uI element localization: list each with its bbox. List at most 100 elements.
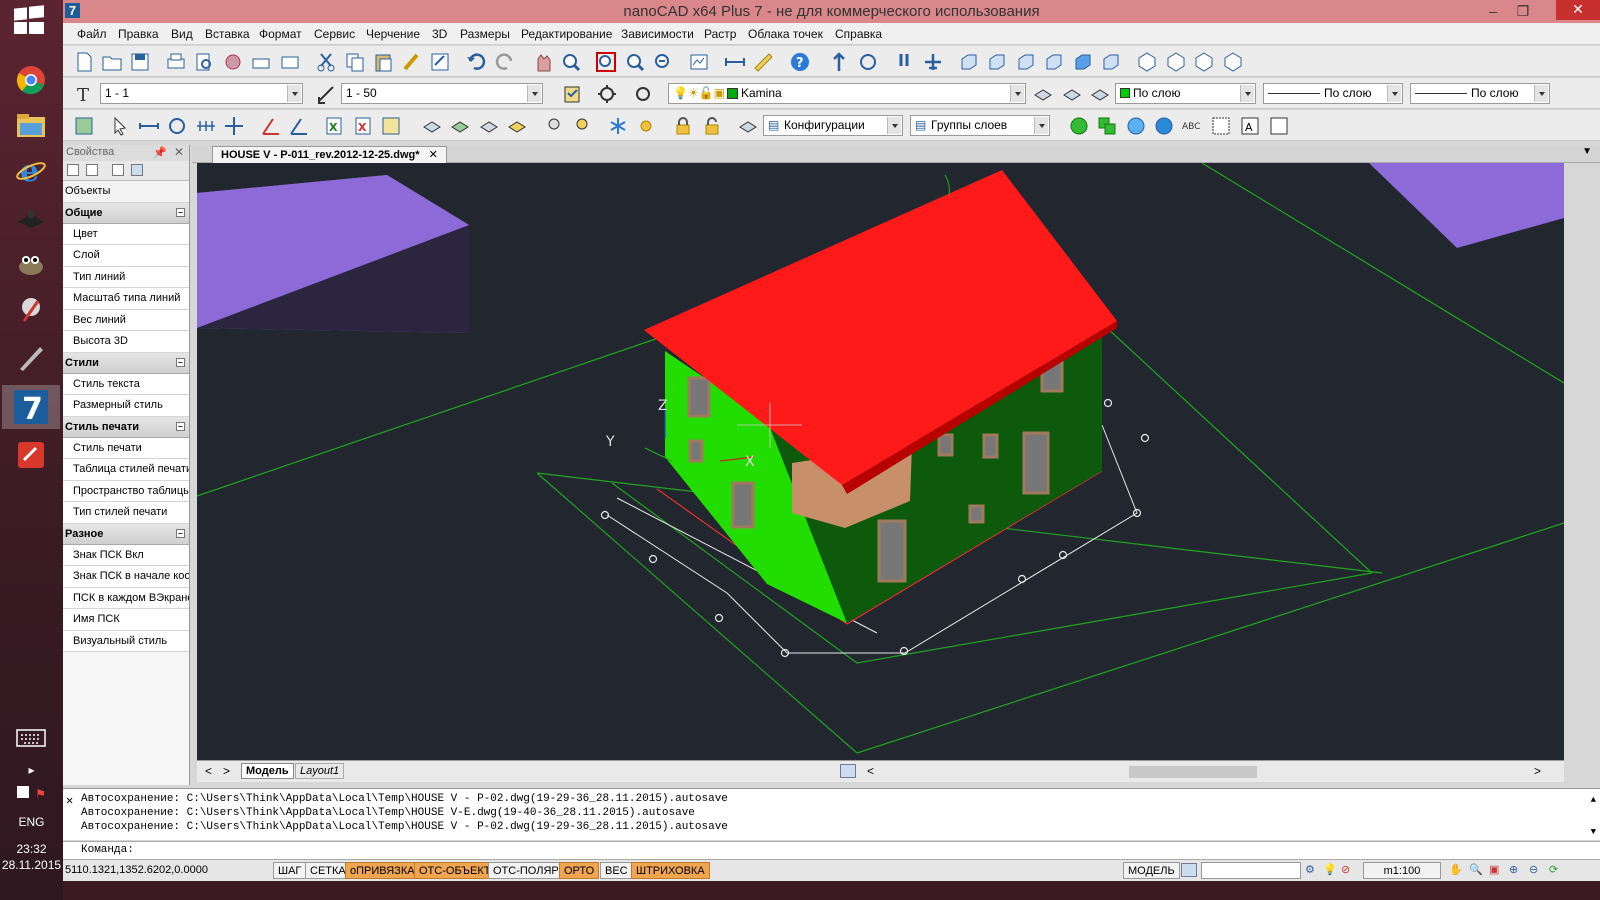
select-objects-icon[interactable] xyxy=(86,164,99,176)
nanocad-taskbar-icon[interactable]: 7 xyxy=(2,385,60,429)
text-style-select[interactable]: 1 - 1 xyxy=(100,83,303,104)
menu-insert[interactable]: Вставка xyxy=(205,27,250,41)
quick-select-icon[interactable] xyxy=(111,164,124,176)
lock-icon[interactable] xyxy=(671,114,695,138)
view-top-icon[interactable] xyxy=(957,50,981,74)
property-row[interactable]: Масштаб типа линий xyxy=(63,288,189,310)
scroll-right-icon[interactable]: > xyxy=(1534,764,1541,778)
help-icon[interactable]: ? xyxy=(788,50,812,74)
excel-import-icon[interactable]: X xyxy=(322,114,346,138)
leader-icon[interactable] xyxy=(287,114,311,138)
panel-close-icon[interactable]: ✕ xyxy=(174,145,184,159)
layer-select[interactable]: 💡☀🔓▣ Kamina xyxy=(668,83,1026,104)
chrome-icon[interactable] xyxy=(8,60,54,100)
property-row[interactable]: Стиль печати xyxy=(63,437,189,459)
print-preview-icon[interactable] xyxy=(192,50,216,74)
line-icon[interactable] xyxy=(137,114,161,138)
pen-icon[interactable] xyxy=(8,338,54,378)
dimension-baseline-icon[interactable] xyxy=(222,114,246,138)
measure-distance-icon[interactable] xyxy=(723,50,747,74)
collapse-icon[interactable]: – xyxy=(176,357,185,367)
unlock-icon[interactable] xyxy=(700,114,724,138)
view-nw-iso-icon[interactable] xyxy=(1221,50,1245,74)
view-front-icon[interactable] xyxy=(1071,50,1095,74)
design-center-icon[interactable] xyxy=(72,114,96,138)
chevron-right-icon[interactable]: ▸ xyxy=(0,763,63,777)
drawing-viewport[interactable]: Z Y X xyxy=(197,163,1564,760)
lineweight-select[interactable]: По слою xyxy=(1410,83,1550,104)
redo-icon[interactable] xyxy=(493,50,517,74)
property-row[interactable]: Знак ПСК в начале коо xyxy=(63,566,189,588)
freeze-snowflake-icon[interactable] xyxy=(606,114,630,138)
tab-next-icon[interactable]: > xyxy=(223,764,230,778)
polar-toggle[interactable]: ОТС-ПОЛЯР xyxy=(488,862,564,879)
ruler-icon[interactable] xyxy=(751,50,775,74)
clock-time[interactable]: 23:32 xyxy=(0,842,63,856)
filter-icon[interactable] xyxy=(131,164,144,176)
orbit-icon[interactable] xyxy=(856,50,880,74)
properties-icon[interactable] xyxy=(428,50,452,74)
osnap-toggle[interactable]: оПРИВЯЗКА xyxy=(345,862,420,879)
close-button[interactable]: ✕ xyxy=(1556,0,1600,20)
property-row[interactable]: Пространство таблицы xyxy=(63,480,189,502)
thaw-sun-icon[interactable] xyxy=(634,114,658,138)
command-line[interactable]: Команда: xyxy=(63,841,1600,859)
spell-check-icon[interactable]: ABC xyxy=(1181,114,1205,138)
minimize-button[interactable]: – xyxy=(1482,2,1504,20)
scroll-down-icon[interactable]: ▼ xyxy=(1591,827,1596,837)
zoom-prev-status-icon[interactable]: ⊖ xyxy=(1529,863,1538,876)
zoom-extents-icon[interactable] xyxy=(623,50,647,74)
category-general[interactable]: Общие – xyxy=(63,202,189,224)
language-indicator[interactable]: ENG xyxy=(0,815,63,829)
command-close-icon[interactable]: ✕ xyxy=(66,793,73,808)
menu-dimensions[interactable]: Размеры xyxy=(460,27,510,41)
table-edit-icon[interactable] xyxy=(1209,114,1233,138)
view-back-icon[interactable] xyxy=(1099,50,1123,74)
gimp-icon[interactable] xyxy=(8,245,54,285)
view-sw-iso-icon[interactable] xyxy=(1135,50,1159,74)
view-ne-iso-icon[interactable] xyxy=(1192,50,1216,74)
model-tab[interactable]: Модель xyxy=(241,763,294,779)
property-row[interactable]: Вес линий xyxy=(63,309,189,331)
ucs-icon[interactable] xyxy=(827,50,851,74)
property-row[interactable]: Слой xyxy=(63,245,189,267)
status-tool-icon[interactable]: ⚙ xyxy=(1305,863,1315,876)
layer-properties-icon[interactable] xyxy=(560,82,584,106)
undo-icon[interactable] xyxy=(464,50,488,74)
layer-on-icon[interactable] xyxy=(448,114,472,138)
table-icon[interactable] xyxy=(379,114,403,138)
layer-off-icon[interactable] xyxy=(420,114,444,138)
category-misc[interactable]: Разное – xyxy=(63,523,189,545)
materials-icon[interactable] xyxy=(1152,114,1176,138)
view-left-icon[interactable] xyxy=(1014,50,1038,74)
property-row[interactable]: Тип стилей печати xyxy=(63,502,189,524)
text-edit-icon[interactable]: A xyxy=(1238,114,1262,138)
make-layer-current-icon[interactable] xyxy=(1031,82,1055,106)
linetype-select[interactable]: По слою xyxy=(1263,83,1403,104)
keyboard-icon[interactable] xyxy=(8,718,54,758)
menu-3d[interactable]: 3D xyxy=(432,27,447,41)
open-folder-icon[interactable] xyxy=(100,50,124,74)
collapse-icon[interactable]: – xyxy=(176,421,185,431)
tabs-dropdown-icon[interactable]: ▼ xyxy=(1582,146,1592,157)
view-se-iso-icon[interactable] xyxy=(1164,50,1188,74)
layer-previous-icon[interactable] xyxy=(1060,82,1084,106)
view-right-icon[interactable] xyxy=(1042,50,1066,74)
text-style-icon[interactable]: T xyxy=(72,82,96,106)
layer-thaw-icon[interactable] xyxy=(505,114,529,138)
tray-icons[interactable]: ⚑ xyxy=(0,786,63,801)
horizontal-scrollbar-thumb[interactable] xyxy=(1129,766,1257,778)
plot-icon[interactable] xyxy=(249,50,273,74)
coordinates-readout[interactable]: 5110.1321,1352.6202,0.0000 xyxy=(65,864,208,876)
regen-icon[interactable] xyxy=(687,50,711,74)
lightbulb-icon[interactable]: 💡 xyxy=(1323,863,1337,876)
property-row[interactable]: ПСК в каждом ВЭкране xyxy=(63,587,189,609)
menu-format[interactable]: Формат xyxy=(259,27,302,41)
color-select[interactable]: По слою xyxy=(1115,83,1256,104)
cut-icon[interactable] xyxy=(314,50,338,74)
zoom-window-icon[interactable] xyxy=(594,50,618,74)
zoom-window-status-icon[interactable]: ▣ xyxy=(1489,863,1499,876)
refresh-icon[interactable]: ⟳ xyxy=(1549,863,1558,876)
windows-start-icon[interactable] xyxy=(14,5,46,36)
file-explorer-icon[interactable] xyxy=(8,105,54,145)
